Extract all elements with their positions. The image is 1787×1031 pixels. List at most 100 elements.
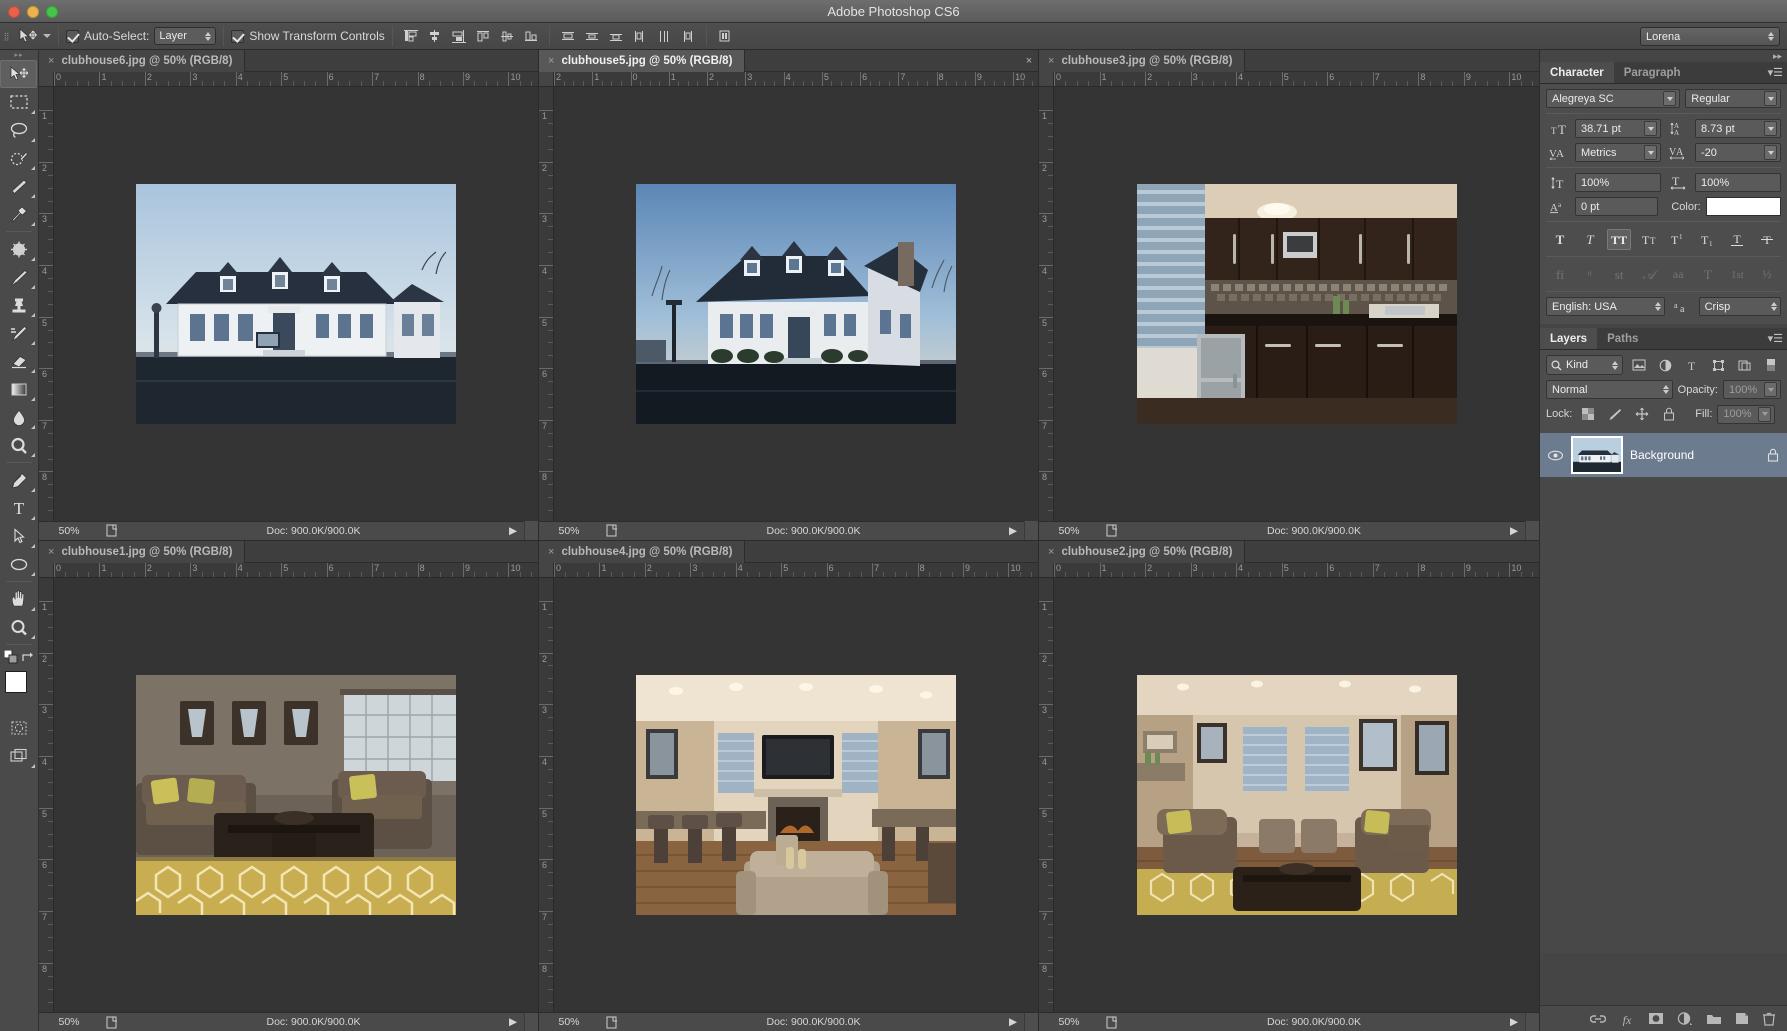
tool-crop[interactable] <box>0 172 37 200</box>
distribute-vertical-centers-icon[interactable] <box>581 26 603 47</box>
document-tab[interactable]: × clubhouse3.jpg @ 50% (RGB/8) <box>1039 50 1246 72</box>
align-top-edges-icon[interactable] <box>472 26 494 47</box>
new-layer-icon[interactable] <box>1735 1012 1749 1025</box>
swap-foreground-background-icon[interactable] <box>21 651 34 664</box>
maximize-window-button[interactable] <box>46 5 58 18</box>
small-caps-button[interactable]: TT <box>1637 229 1661 250</box>
status-menu-arrow-icon[interactable]: ▶ <box>502 1016 524 1028</box>
close-icon[interactable]: × <box>548 546 554 558</box>
font-style-dropdown[interactable]: Regular <box>1685 89 1781 108</box>
show-transform-controls-checkbox[interactable] <box>231 29 245 43</box>
close-icon[interactable]: × <box>48 55 54 67</box>
document-tab[interactable]: × clubhouse2.jpg @ 50% (RGB/8) <box>1039 540 1246 563</box>
minimize-window-button[interactable] <box>27 5 39 18</box>
zoom-level[interactable]: 50% <box>39 525 99 537</box>
canvas[interactable] <box>554 87 1038 521</box>
leading-field[interactable]: 8.73 pt <box>1695 119 1781 138</box>
tool-pen[interactable] <box>0 466 37 494</box>
tracking-chevron-down-icon[interactable] <box>1764 145 1777 160</box>
tab-character[interactable]: Character <box>1540 62 1614 83</box>
lock-position-icon[interactable] <box>1631 404 1653 424</box>
align-horizontal-centers-icon[interactable] <box>424 26 446 47</box>
underline-button[interactable]: T <box>1725 229 1749 250</box>
tool-lasso[interactable] <box>0 116 37 144</box>
link-layers-icon[interactable] <box>1590 1013 1606 1025</box>
distribute-left-edges-icon[interactable] <box>629 26 651 47</box>
blend-mode-dropdown[interactable]: Normal <box>1546 380 1673 399</box>
vertical-ruler[interactable]: 1 2 3 4 5 6 7 8 <box>39 87 54 521</box>
fill-field[interactable]: 100% <box>1717 404 1776 424</box>
layer-filter-kind-dropdown[interactable]: Kind <box>1546 355 1623 375</box>
distribute-bottom-edges-icon[interactable] <box>605 26 627 47</box>
toolbox-grip[interactable]: ▸▸ <box>0 50 38 60</box>
status-menu-arrow-icon[interactable]: ▶ <box>1503 1016 1525 1028</box>
horizontal-ruler[interactable]: 2 1 0 1 2 3 4 5 6 7 8 9 10 <box>539 72 1038 87</box>
superscript-button[interactable]: T1 <box>1666 229 1690 250</box>
tool-dodge[interactable] <box>0 431 37 459</box>
vertical-ruler[interactable]: 1 2 3 4 5 6 7 8 <box>539 577 554 1012</box>
subscript-button[interactable]: T1 <box>1696 229 1720 250</box>
status-menu-arrow-icon[interactable]: ▶ <box>502 525 524 537</box>
tool-zoom[interactable] <box>0 613 37 641</box>
titling-alternates-button[interactable]: T <box>1696 264 1720 285</box>
collapse-panels-icon[interactable]: ▸▸ <box>1540 50 1787 62</box>
layer-name[interactable]: Background <box>1630 448 1760 462</box>
filter-shape-icon[interactable] <box>1708 355 1728 375</box>
align-bottom-edges-icon[interactable] <box>520 26 542 47</box>
canvas[interactable] <box>554 577 1038 1012</box>
options-bar-grip[interactable]: ⣿ <box>0 23 12 50</box>
ordinals-button[interactable]: 1st <box>1725 264 1749 285</box>
canvas[interactable] <box>1054 577 1539 1012</box>
zoom-level[interactable]: 50% <box>539 1016 599 1028</box>
layer-thumbnail[interactable] <box>1571 436 1623 474</box>
canvas[interactable] <box>54 87 538 521</box>
tool-horizontal-type[interactable]: T <box>0 494 37 522</box>
tool-spot-healing-brush[interactable] <box>0 235 37 263</box>
font-style-chevron-down-icon[interactable] <box>1764 91 1777 106</box>
tab-paths[interactable]: Paths <box>1597 328 1649 349</box>
filter-type-icon[interactable]: T <box>1681 355 1701 375</box>
anti-alias-dropdown[interactable]: Crisp <box>1698 297 1781 316</box>
adjustment-layer-icon[interactable] <box>1677 1012 1693 1025</box>
filter-adjustment-icon[interactable] <box>1655 355 1675 375</box>
tool-history-brush[interactable] <box>0 319 37 347</box>
baseline-shift-field[interactable]: 0 pt <box>1575 197 1659 216</box>
horizontal-ruler[interactable]: 0 1 2 3 4 5 6 7 8 9 10 <box>539 562 1038 578</box>
horizontal-ruler[interactable]: 0 1 2 3 4 5 6 7 8 9 10 <box>39 72 538 87</box>
default-foreground-background-icon[interactable] <box>4 650 18 664</box>
align-vertical-centers-icon[interactable] <box>496 26 518 47</box>
layer-mask-icon[interactable] <box>1648 1012 1664 1025</box>
distribute-top-edges-icon[interactable] <box>557 26 579 47</box>
kerning-field[interactable]: Metrics <box>1575 143 1661 162</box>
filter-toggle-icon[interactable] <box>1761 355 1781 375</box>
contextual-alternates-button[interactable]: ᵒ <box>1578 264 1602 285</box>
auto-select-scope-dropdown[interactable]: Layer <box>154 27 217 45</box>
tool-ellipse-shape[interactable] <box>0 550 37 578</box>
close-icon[interactable]: × <box>1048 55 1054 67</box>
fill-chevron-down-icon[interactable] <box>1758 406 1772 422</box>
layer-style-icon[interactable]: fx <box>1619 1012 1635 1026</box>
new-group-icon[interactable] <box>1706 1012 1722 1025</box>
tracking-field[interactable]: -20 <box>1695 143 1781 162</box>
screen-mode-button[interactable] <box>0 742 37 770</box>
tool-eraser[interactable] <box>0 347 37 375</box>
lock-all-icon[interactable] <box>1658 404 1680 424</box>
horizontal-scale-field[interactable]: 100% <box>1695 173 1781 192</box>
status-menu-arrow-icon[interactable]: ▶ <box>1503 525 1525 537</box>
horizontal-scrollbar[interactable] <box>1024 521 1038 540</box>
zoom-level[interactable]: 50% <box>539 525 599 537</box>
text-color-swatch[interactable] <box>1705 197 1781 216</box>
tab-layers[interactable]: Layers <box>1540 328 1598 349</box>
vertical-scale-field[interactable]: 100% <box>1575 173 1661 192</box>
lock-transparent-pixels-icon[interactable] <box>1577 404 1599 424</box>
horizontal-scrollbar[interactable] <box>1525 1012 1539 1031</box>
horizontal-scrollbar[interactable] <box>1525 521 1539 540</box>
horizontal-ruler[interactable]: 0 1 2 3 4 5 6 7 8 9 10 <box>39 562 538 578</box>
document-tab[interactable]: × clubhouse4.jpg @ 50% (RGB/8) <box>539 540 746 563</box>
zoom-level[interactable]: 50% <box>39 1016 99 1028</box>
canvas[interactable] <box>54 577 538 1012</box>
language-dropdown[interactable]: English: USA <box>1546 297 1665 316</box>
close-window-button[interactable] <box>8 5 20 18</box>
delete-layer-icon[interactable] <box>1762 1012 1776 1026</box>
close-icon[interactable]: × <box>48 546 54 558</box>
